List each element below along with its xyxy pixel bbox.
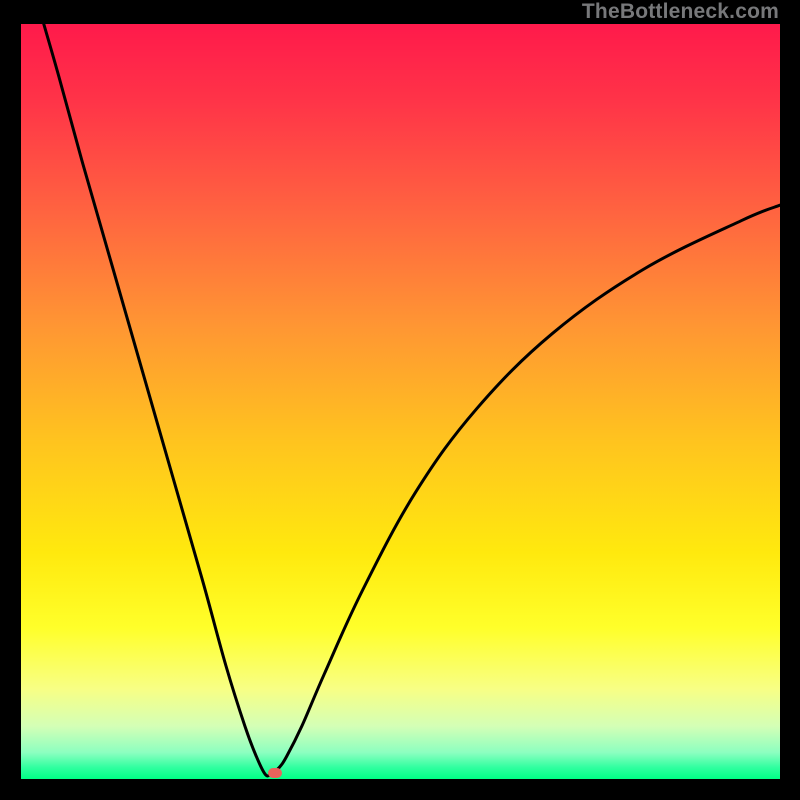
plot-area bbox=[21, 24, 780, 779]
bottleneck-curve bbox=[21, 24, 780, 779]
minimum-marker bbox=[268, 768, 282, 778]
watermark-text: TheBottleneck.com bbox=[582, 0, 779, 24]
chart-frame: TheBottleneck.com bbox=[0, 0, 800, 800]
